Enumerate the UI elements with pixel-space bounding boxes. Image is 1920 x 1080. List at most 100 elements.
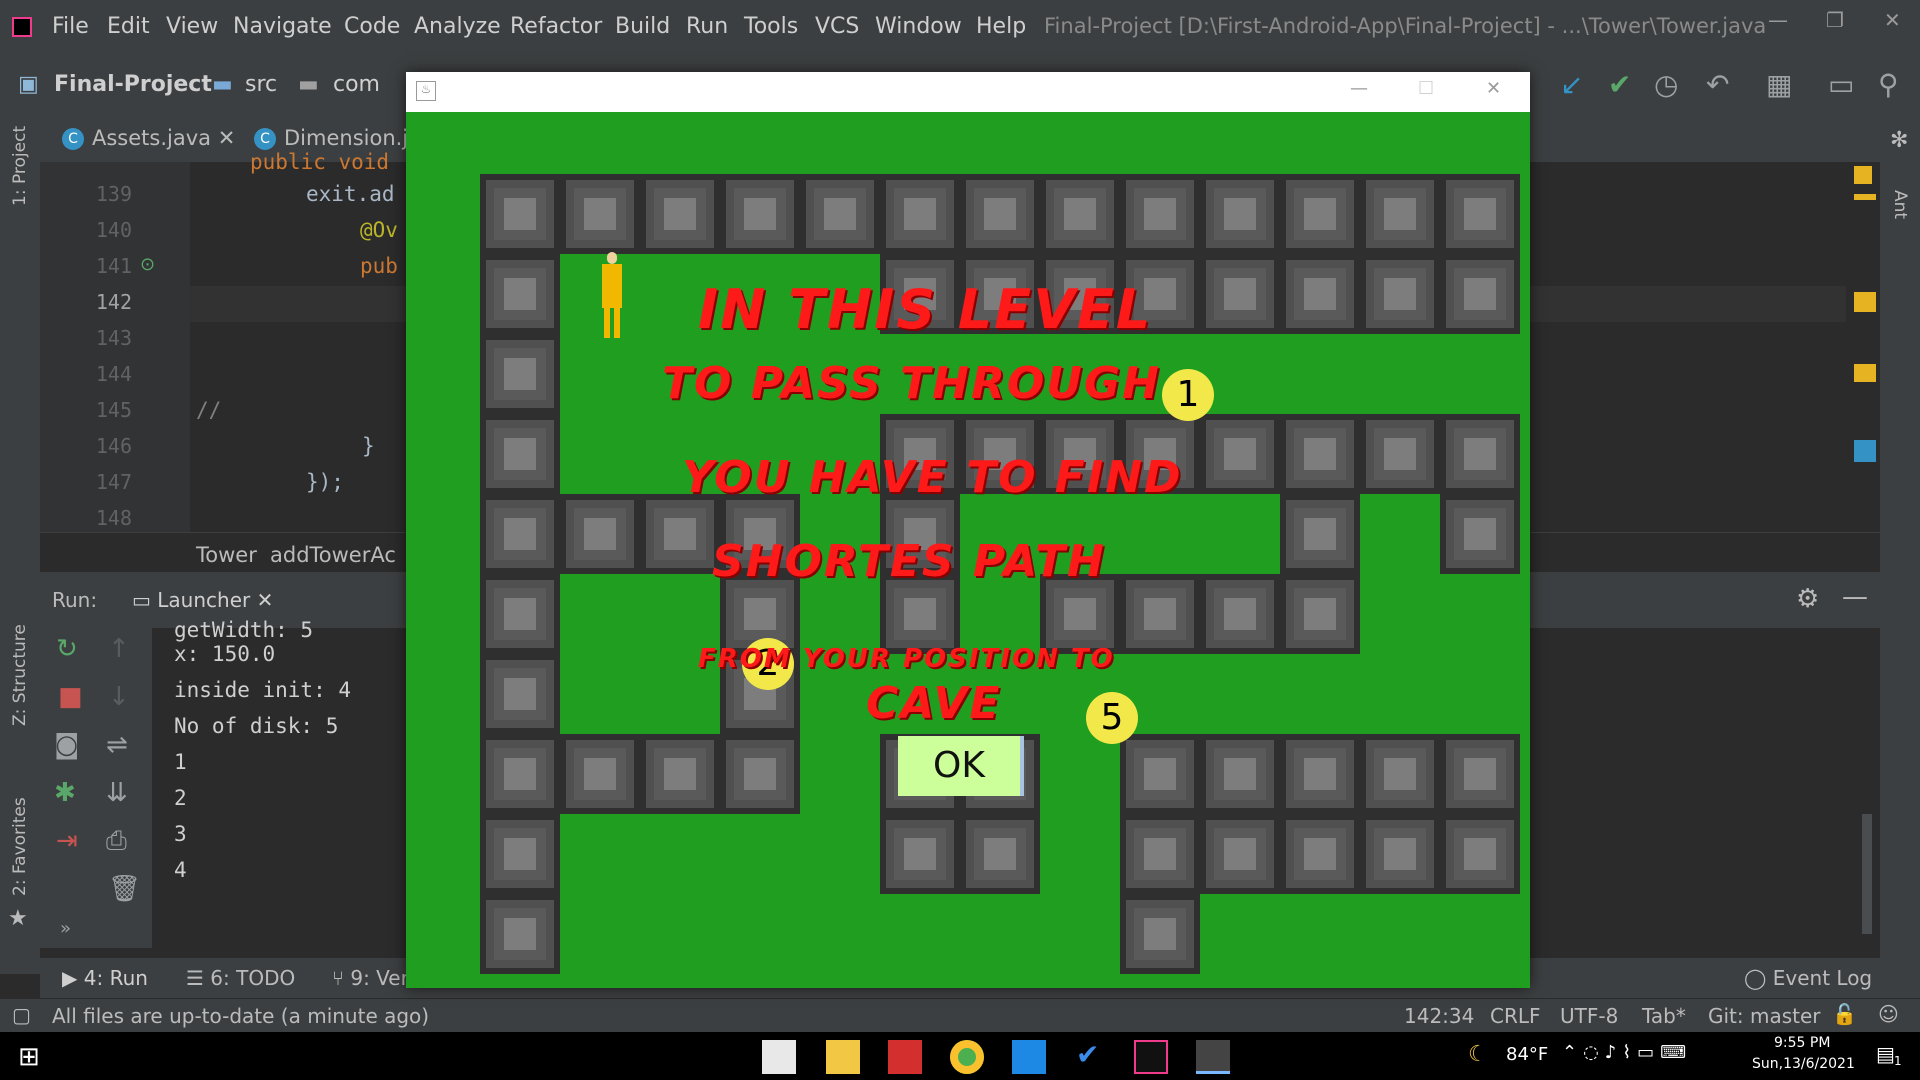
line-separator[interactable]: CRLF [1490,1004,1541,1028]
hide-panel-icon[interactable]: — [1842,582,1868,612]
tab-label: Assets.java [92,126,212,150]
menu-run[interactable]: Run [686,14,728,39]
console-scrollbar[interactable] [1862,814,1872,934]
menu-help[interactable]: Help [976,14,1026,39]
tab-assets-java[interactable]: C Assets.java ✕ [62,126,235,150]
more-chevron-icon[interactable]: » [60,918,71,939]
nav-com[interactable]: com [333,72,380,97]
menu-refactor[interactable]: Refactor [510,14,602,39]
breadcrumb-class[interactable]: Tower [196,543,257,567]
tool-todo[interactable]: ☰ 6: TODO [186,966,295,990]
windows-start-icon[interactable]: ⊞ [18,1042,40,1072]
vcs-update-icon[interactable]: ↙ [1560,68,1583,101]
clock-date[interactable]: Sun,13/6/2021 [1752,1056,1855,1072]
tool-favorites[interactable]: 2: Favorites [10,797,30,896]
nav-src[interactable]: src [245,72,277,97]
wall-brick [1040,174,1120,254]
wall-brick [960,814,1040,894]
disk-5[interactable]: 5 [1086,692,1138,744]
menu-file[interactable]: File [52,14,89,39]
scroll-to-end-icon[interactable]: ⇊ [106,778,128,808]
indent-setting[interactable]: Tab* [1642,1004,1686,1028]
line-number: 145 [95,398,132,422]
restore-icon[interactable]: ❐ [1826,8,1844,32]
tab-dimension-java[interactable]: C Dimension.ja [254,126,421,150]
disk-1[interactable]: 1 [1162,369,1214,421]
minimize-icon[interactable]: — [1768,8,1788,32]
wall-brick [1360,414,1440,494]
menu-code[interactable]: Code [344,14,400,39]
tool-run[interactable]: ▶ 4: Run [62,966,148,990]
chrome-icon[interactable] [950,1040,984,1074]
presentation-icon[interactable]: ▭ [1828,68,1854,101]
rollback-icon[interactable]: ↶ [1706,68,1729,101]
status-toggle-icon[interactable]: ▢ [12,1003,31,1027]
line-number: 147 [95,470,132,494]
game-titlebar[interactable]: ♨ — ☐ ✕ [406,72,1530,112]
tool-event-log[interactable]: ◯ Event Log [1744,966,1872,990]
menu-vcs[interactable]: VCS [815,14,859,39]
game-board[interactable]: 1 2 5 IN THIS LEVEL TO PASS THROUGH YOU … [406,112,1530,988]
code-line-partial: public void [250,150,390,174]
down-arrow-icon[interactable]: ↓ [108,682,130,712]
close-tab-icon[interactable]: ✕ [218,126,236,150]
history-icon[interactable]: ◷ [1654,68,1678,101]
override-marker-icon[interactable]: ⊙ [140,254,155,275]
menu-tools[interactable]: Tools [744,14,798,39]
console-line: No of disk: 5 [174,714,339,738]
temperature[interactable]: 84°F [1506,1044,1548,1065]
close-icon[interactable]: ✕ [1486,78,1501,99]
wall-brick [1200,174,1280,254]
intellij-taskbar-icon[interactable] [1134,1040,1168,1074]
minimize-icon[interactable]: — [1350,78,1368,99]
inspector-icon[interactable]: ☺ [1878,1002,1899,1026]
stop-icon[interactable]: ■ [58,682,83,712]
clock-time[interactable]: 9:55 PM [1774,1035,1830,1051]
console-line: 1 [174,750,187,774]
game-window[interactable]: ♨ — ☐ ✕ 1 2 5 IN THIS LEVEL TO PASS THRO… [406,72,1530,988]
nav-project[interactable]: Final-Project [54,72,212,97]
line-number: 146 [95,434,132,458]
menu-analyze[interactable]: Analyze [414,14,501,39]
breadcrumb-method[interactable]: addTowerAc [270,543,396,567]
soft-wrap-icon[interactable]: ⇌ [106,730,128,760]
up-arrow-icon[interactable]: ↑ [108,634,130,664]
settings-gear-icon[interactable]: ⚙ [1796,584,1819,614]
rerun-icon[interactable]: ↻ [56,634,78,664]
search-icon[interactable]: ⚲ [1878,68,1899,101]
tool-project[interactable]: 1: Project [10,126,30,206]
exit-icon[interactable]: ⇥ [56,826,78,856]
maximize-icon[interactable]: ☐ [1418,78,1434,99]
window-title: Final-Project [D:\First-Android-App\Fina… [1044,14,1767,38]
caret-position[interactable]: 142:34 [1404,1004,1474,1028]
attach-debugger-icon[interactable]: ✱ [54,778,76,808]
ok-button[interactable]: OK [898,736,1024,796]
print-icon[interactable]: ⎙ [106,826,127,857]
tool-structure[interactable]: Z: Structure [10,624,30,726]
menu-navigate[interactable]: Navigate [233,14,332,39]
store-icon[interactable] [762,1040,796,1074]
camera-icon[interactable]: ◙ [54,730,79,760]
todo-app-icon[interactable]: ✔ [1076,1038,1099,1071]
tool-ant[interactable]: Ant [1890,190,1910,219]
tool-vcs[interactable]: ⑂ 9: Ver [332,966,409,990]
close-icon[interactable]: ✕ [1884,8,1901,32]
menu-window[interactable]: Window [875,14,962,39]
menu-build[interactable]: Build [615,14,670,39]
gift-app-icon[interactable] [888,1040,922,1074]
run-tab-launcher[interactable]: ▭ Launcher ✕ [132,588,273,612]
menu-view[interactable]: View [166,14,218,39]
wall-brick [1200,254,1280,334]
menu-edit[interactable]: Edit [107,14,150,39]
file-encoding[interactable]: UTF-8 [1560,1004,1618,1028]
file-explorer-icon[interactable] [826,1040,860,1074]
vcs-commit-icon[interactable]: ✔ [1608,68,1631,101]
notification-icon[interactable]: ▤ [1876,1042,1895,1066]
lock-icon[interactable]: 🔓 [1832,1002,1857,1026]
trash-icon[interactable]: 🗑 [108,874,141,904]
mail-icon[interactable] [1012,1040,1046,1074]
project-structure-icon[interactable]: ▦ [1766,68,1792,101]
git-branch[interactable]: Git: master [1708,1004,1821,1028]
java-app-icon[interactable] [1196,1040,1230,1074]
system-tray-icons[interactable]: ⌃◌♪⌇▭⌨ [1562,1042,1692,1063]
